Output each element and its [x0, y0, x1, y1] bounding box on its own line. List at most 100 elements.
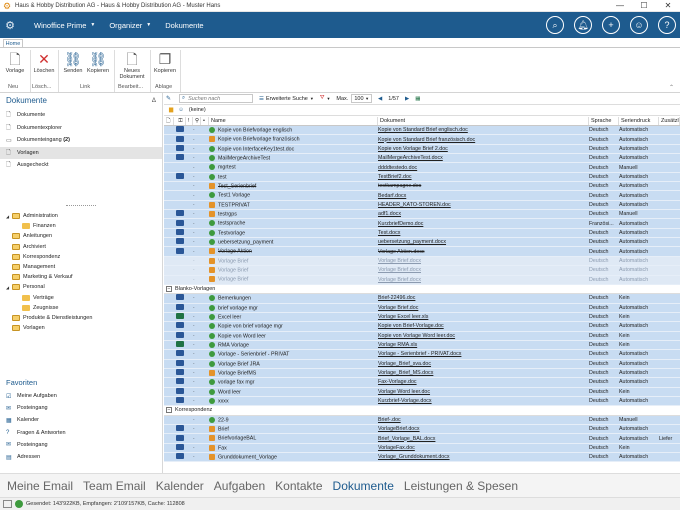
neues-dokument-button[interactable]: 🗋 Neues Dokument [115, 50, 149, 80]
table-row[interactable]: · Bemerkungen Brief-22496.doc Deutsch Kein [164, 294, 680, 304]
close-button[interactable]: ✕ [656, 0, 680, 12]
table-row[interactable]: · Test_Serienbrief testkampagne.doc Deutsch… [164, 182, 680, 192]
document-link[interactable]: adf1.docx [378, 211, 401, 217]
table-row[interactable]: · Vorlage Brief Vorlage Brief.docx Deutsch A… [164, 275, 680, 285]
document-link[interactable]: Vorlage Brief.docx [378, 277, 421, 283]
favorite-item[interactable]: ✉ Posteingang [0, 402, 163, 414]
sidebar-item-dokumentexplorer[interactable]: 🗋 Dokumentexplorer [0, 122, 162, 135]
minimize-button[interactable]: — [608, 0, 632, 12]
next-page-icon[interactable]: ▶ [405, 96, 409, 102]
col-document[interactable]: Dokument [378, 117, 589, 125]
module-tab[interactable]: Leistungen & Spesen [404, 479, 518, 493]
module-tab[interactable]: Dokumente [333, 479, 394, 493]
group-row[interactable]: − Blanko-Vorlagen [164, 284, 680, 295]
favorite-item[interactable]: ✉ Posteingang [0, 439, 163, 451]
table-row[interactable]: · Vorlage Brief JRA Vorlage_Brief_sva.doc D… [164, 359, 680, 369]
favorite-item[interactable]: ? Fragen & Antworten [0, 427, 163, 439]
sidebar-item-dokumente[interactable]: 🗋 Dokumente [0, 109, 162, 122]
tree-item[interactable]: Vorlagen [0, 323, 163, 333]
document-link[interactable]: Vorlage Aktion.docx [378, 249, 425, 255]
search-input[interactable]: ⌕ Suchen nach [179, 94, 254, 103]
collapse-icon[interactable]: − [166, 286, 172, 293]
tree-item[interactable]: Marketing & Verkauf [0, 272, 163, 282]
document-link[interactable]: Brief-.doc [378, 417, 401, 423]
document-link[interactable]: HEADER_KATO-STOREN.doc [378, 202, 451, 208]
table-row[interactable]: · RMA Vorlage Vorlage RMA.xls Deutsch Kein [164, 340, 680, 351]
table-row[interactable]: · testsprache KurzbriefDemo.doc Französi...… [164, 219, 680, 229]
document-link[interactable]: VorlageFax.doc [378, 445, 415, 451]
col-extra[interactable]: Zusätzlic [659, 117, 680, 125]
table-row[interactable]: · Vorlage BriefMS Vorlage_Brief_MS.docx Deu… [164, 368, 680, 379]
document-link[interactable]: Vorlage_Grunddokument.docx [378, 454, 450, 460]
module-tab[interactable]: Kalender [156, 479, 204, 493]
favorite-item[interactable]: ☑ Meine Aufgaben [0, 390, 163, 402]
col-attach[interactable]: ⚲ [193, 117, 201, 125]
favorite-item[interactable]: ▦ Kalender [0, 414, 163, 426]
table-row[interactable]: · MailMergeArchiveTest MailMergeArchiveTes… [164, 154, 680, 164]
table-row[interactable]: · Word leer Vorlage Word leer.doc Deutsch Ke… [164, 387, 680, 397]
table-row[interactable]: · 22-9 Brief-.doc Deutsch Manuell [164, 415, 680, 425]
table-row[interactable]: · Kopie von Word leer Kopie von Vorlage Wo… [164, 331, 680, 341]
document-link[interactable]: ddddtestedo.doc [378, 165, 417, 171]
document-link[interactable]: Vorlage_Brief_sva.doc [378, 361, 431, 367]
settings-gear-icon[interactable]: ⚙ [0, 19, 20, 32]
module-tab[interactable]: Kontakte [275, 479, 322, 493]
favorite-item[interactable]: ▤ Adressen [0, 451, 163, 463]
document-link[interactable]: Vorlage Brief.docx [378, 258, 421, 264]
col-name[interactable]: Name [209, 117, 378, 125]
vorlage-button[interactable]: 🗋 Vorlage [0, 50, 30, 78]
document-link[interactable]: Kopie von Vorlage Word leer.doc [378, 333, 455, 339]
col-language[interactable]: Sprache [589, 117, 619, 125]
loeschen-button[interactable]: ✕ Löschen [29, 50, 59, 78]
document-link[interactable]: Fax-Vorlage.doc [378, 379, 417, 385]
tree-item[interactable]: Anleitungen [0, 231, 163, 241]
maximize-button[interactable]: ☐ [632, 0, 656, 12]
table-row[interactable]: · BriefvorlageBAL Brief_Vorlage_BAL.docx De… [164, 434, 680, 444]
bell-icon[interactable]: 🔔︎ [574, 16, 592, 34]
collapse-icon[interactable]: − [166, 407, 172, 414]
col-merge[interactable]: Seriendruck [619, 117, 659, 125]
table-row[interactable]: · Excel leer Vorlage Excel leer.xls Deutsch… [164, 312, 680, 323]
table-row[interactable]: · Vorlage Aktion Vorlage Aktion.docx Deutsc… [164, 247, 680, 257]
document-link[interactable]: MailMergeArchiveTest.docx [378, 155, 443, 161]
edit-icon[interactable]: ✎ [166, 95, 171, 102]
kopieren-ablage-button[interactable]: ❐ Kopieren [150, 50, 180, 78]
tree-item[interactable]: ◢ Personal [0, 282, 163, 292]
sidebar-item-dokumenteingang[interactable]: ▭ Dokumenteingang (2) [0, 134, 162, 147]
document-link[interactable]: Bedarf.docx [378, 193, 406, 199]
module-tab[interactable]: Aufgaben [214, 479, 265, 493]
table-row[interactable]: · Kopie von InterfaceKey1test.doc Kopie vo… [164, 144, 680, 155]
table-row[interactable]: · Fax VorlageFax.doc Deutsch Kein [164, 443, 680, 454]
panel-icon[interactable] [3, 500, 12, 508]
table-row[interactable]: · xxxx Kurzbrief-Vorlage.docx Deutsch Automa… [164, 396, 680, 407]
document-link[interactable]: Brief-22496.doc [378, 295, 415, 301]
table-row[interactable]: · TESTPRIVAT HEADER_KATO-STOREN.doc Deutsch… [164, 200, 680, 211]
max-select[interactable]: 100 ▼ [351, 94, 373, 103]
user-icon[interactable]: ☺ [630, 16, 648, 34]
document-link[interactable]: Kopie von Standard Brief französisch.doc [378, 137, 475, 143]
table-row[interactable]: · testrgps adf1.docx Deutsch Manuell [164, 210, 680, 220]
table-row[interactable]: · vorlage fax mgr Fax-Vorlage.doc Deutsch Au… [164, 378, 680, 388]
kopieren-link-button[interactable]: ⛓ Kopieren [83, 50, 113, 78]
tree-item[interactable]: ◢ Administration [0, 211, 163, 221]
help-icon[interactable]: ? [658, 16, 676, 34]
document-link[interactable]: Kopie von Standard Brief englisch.doc [378, 127, 468, 133]
col-flag[interactable]: ! [186, 117, 193, 125]
tree-item[interactable]: Verträge [0, 293, 163, 303]
document-link[interactable]: Vorlage Excel leer.xls [378, 314, 428, 320]
table-row[interactable]: · Brief VorlageBrief.docx Deutsch Automatisc… [164, 425, 680, 435]
document-link[interactable]: KurzbriefDemo.doc [378, 221, 423, 227]
tree-item[interactable]: Archiviert [0, 242, 163, 252]
tree-item[interactable]: Management [0, 262, 163, 272]
sidebar-item-ausgecheckt[interactable]: 🗋 Ausgecheckt [0, 159, 162, 172]
table-row[interactable]: · brief vorlage mgr Vorlage Brief.doc Deuts… [164, 303, 680, 313]
document-link[interactable]: Kopie von Vorlage Brief 2.doc [378, 146, 448, 152]
export-excel-icon[interactable]: ▦ [415, 96, 420, 102]
document-link[interactable]: Vorlage Word leer.doc [378, 389, 430, 395]
document-link[interactable]: testkampagne.doc [378, 183, 421, 189]
prev-page-icon[interactable]: ◀ [378, 96, 382, 102]
sidebar-item-vorlagen[interactable]: 🗋 Vorlagen [0, 146, 162, 159]
module-tab[interactable]: Meine Email [7, 479, 73, 493]
col-select[interactable]: 🗋 [164, 117, 174, 125]
document-link[interactable]: Test.docx [378, 230, 400, 236]
